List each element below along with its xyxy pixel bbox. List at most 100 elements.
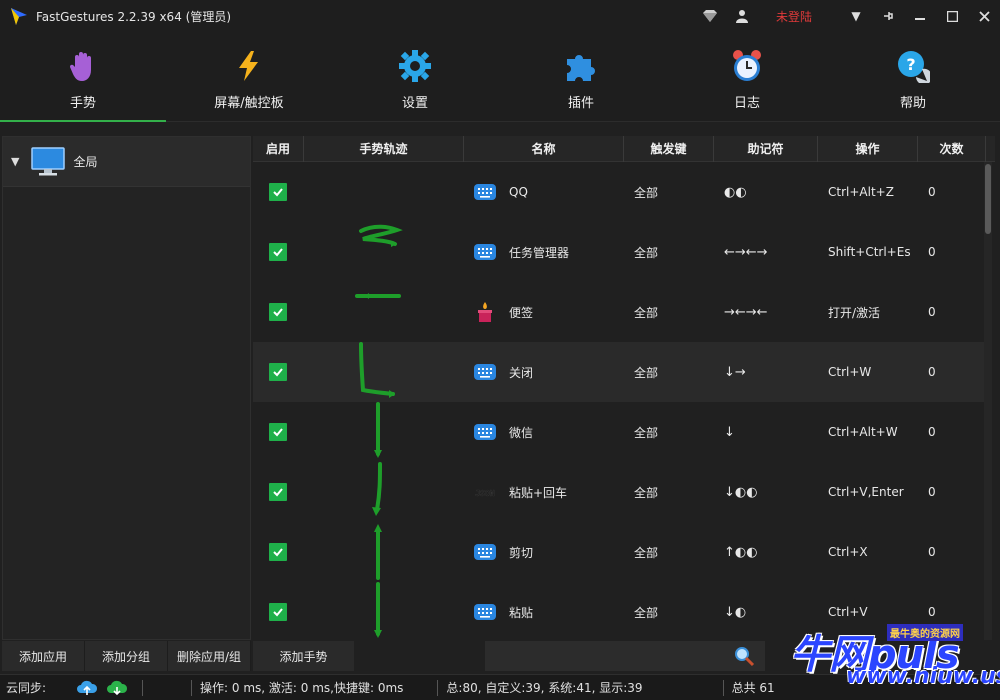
gesture-trace-icon — [374, 524, 382, 580]
col-name[interactable]: 名称 — [464, 136, 624, 162]
checkbox-checked-icon[interactable] — [269, 363, 287, 381]
close-button[interactable] — [968, 0, 1000, 32]
gesture-trace — [353, 522, 413, 582]
tab-help[interactable]: ? 帮助 — [830, 32, 996, 122]
gesture-trigger: 全部 — [634, 545, 659, 560]
delete-app-group-button[interactable]: 删除应用/组 — [168, 641, 251, 671]
login-status[interactable]: 未登陆 — [776, 8, 812, 25]
col-count[interactable]: 次数 — [918, 136, 986, 162]
cloud-download-icon[interactable] — [106, 679, 128, 697]
user-icon[interactable] — [726, 0, 758, 32]
table-row[interactable]: 剪切 全部 ↑◐◐ Ctrl+X 0 — [253, 522, 985, 582]
col-enabled[interactable]: 启用 — [253, 136, 304, 162]
gesture-action: Ctrl+Alt+Z — [828, 185, 894, 199]
scrollbar-thumb[interactable] — [985, 164, 991, 234]
tree-item-global[interactable]: ▼ 全局 — [3, 137, 250, 187]
gesture-trace-icon — [359, 342, 395, 398]
table-row[interactable]: 便签 全部 →←→← 打开/激活 0 — [253, 282, 985, 342]
enable-checkbox[interactable] — [269, 462, 299, 522]
table-row[interactable]: QQ 全部 ◐◐ Ctrl+Alt+Z 0 — [253, 162, 985, 222]
search-icon[interactable] — [733, 645, 755, 667]
checkbox-checked-icon[interactable] — [269, 303, 287, 321]
checkbox-checked-icon[interactable] — [269, 423, 287, 441]
tab-screen-touchpad[interactable]: 屏幕/触控板 — [166, 32, 332, 122]
gesture-trace-icon — [353, 162, 403, 222]
help-bubble-icon: ? — [898, 51, 930, 83]
gesture-name: 粘贴+回车 — [509, 485, 568, 500]
enable-checkbox[interactable] — [269, 582, 299, 640]
enable-checkbox[interactable] — [269, 522, 299, 582]
keyboard-icon — [473, 522, 497, 582]
status-timing: 操作: 0 ms, 激活: 0 ms,快捷键: 0ms — [200, 681, 404, 695]
watermark-logo: 牛网puls 最牛奥的资源网 www.niuw.us — [790, 622, 1000, 700]
table-row[interactable]: 微信 全部 ↓ Ctrl+Alt+W 0 — [253, 402, 985, 462]
dropdown-icon[interactable]: ▼ — [840, 0, 872, 32]
search-input[interactable] — [485, 641, 765, 671]
checkbox-checked-icon[interactable] — [269, 243, 287, 261]
cloud-upload-icon[interactable] — [76, 679, 98, 697]
gesture-action: Ctrl+V,Enter — [828, 485, 904, 499]
watermark-tag: 最牛奥的资源网 — [887, 624, 963, 641]
gesture-name: 剪切 — [509, 545, 534, 560]
gesture-table: 启用 手势轨迹 名称 触发键 助记符 操作 次数 QQ 全部 ◐◐ Ctrl+A… — [253, 136, 995, 640]
gesture-trigger: 全部 — [634, 485, 659, 500]
gesture-name: 任务管理器 — [509, 245, 570, 260]
keyboard-icon — [473, 162, 497, 222]
gesture-trace — [353, 342, 413, 402]
watermark-url: www.niuw.us — [846, 664, 1000, 689]
gesture-action: Ctrl+X — [828, 545, 868, 559]
status-totals: 总:80, 自定义:39, 系统:41, 显示:39 — [446, 681, 643, 695]
left-button-bar: 添加应用 添加分组 删除应用/组 — [2, 641, 251, 671]
col-action[interactable]: 操作 — [818, 136, 918, 162]
tab-plugins[interactable]: 插件 — [498, 32, 664, 122]
enable-checkbox[interactable] — [269, 162, 299, 222]
gesture-mnemonic: ↓→ — [724, 364, 746, 380]
gesture-trigger: 全部 — [634, 425, 659, 440]
table-row[interactable]: 关闭 全部 ↓→ Ctrl+W 0 — [253, 342, 985, 402]
enable-checkbox[interactable] — [269, 402, 299, 462]
enable-checkbox[interactable] — [269, 222, 299, 282]
enable-checkbox[interactable] — [269, 342, 299, 402]
maximize-button[interactable] — [936, 0, 968, 32]
hand-icon — [69, 52, 91, 81]
status-total-count: 总共 61 — [731, 681, 775, 695]
enable-checkbox[interactable] — [269, 282, 299, 342]
status-separator — [142, 679, 144, 696]
keyboard-icon — [473, 402, 497, 462]
gesture-name: 微信 — [509, 425, 534, 440]
tab-log[interactable]: 日志 — [664, 32, 830, 122]
tab-gestures[interactable]: 手势 — [0, 32, 166, 122]
col-mnemonic[interactable]: 助记符 — [714, 136, 818, 162]
gesture-trace-icon — [374, 582, 382, 638]
gesture-trace-icon — [355, 293, 401, 299]
gesture-mnemonic: ↑◐◐ — [724, 544, 758, 560]
col-trace[interactable]: 手势轨迹 — [304, 136, 464, 162]
tab-settings[interactable]: 设置 — [332, 32, 498, 122]
gesture-trace — [353, 282, 413, 342]
diamond-icon[interactable] — [694, 0, 726, 32]
checkbox-checked-icon[interactable] — [269, 603, 287, 621]
checkbox-checked-icon[interactable] — [269, 543, 287, 561]
gesture-trace — [353, 462, 413, 522]
monitor-icon — [31, 146, 66, 175]
table-scrollbar[interactable] — [984, 162, 992, 640]
expand-arrow-icon[interactable]: ▼ — [11, 155, 19, 168]
gesture-trace-icon — [374, 402, 382, 458]
gesture-trigger: 全部 — [634, 305, 659, 320]
col-trigger[interactable]: 触发键 — [624, 136, 714, 162]
add-gesture-button[interactable]: 添加手势 — [253, 641, 354, 671]
gesture-mnemonic: ↓ — [724, 424, 735, 440]
add-app-button[interactable]: 添加应用 — [2, 641, 85, 671]
minimize-button[interactable] — [904, 0, 936, 32]
add-group-button[interactable]: 添加分组 — [85, 641, 168, 671]
gesture-action: 打开/激活 — [828, 305, 881, 320]
candle-icon — [473, 282, 497, 342]
checkbox-checked-icon[interactable] — [269, 183, 287, 201]
table-row[interactable]: JSON 粘贴+回车 全部 ↓◐◐ Ctrl+V,Enter 0 — [253, 462, 985, 522]
pin-icon[interactable] — [872, 0, 904, 32]
checkbox-checked-icon[interactable] — [269, 483, 287, 501]
table-row[interactable]: 任务管理器 全部 ←→←→ Shift+Ctrl+Esc 0 — [253, 222, 985, 282]
gesture-trigger: 全部 — [634, 365, 659, 380]
gesture-mnemonic: ←→←→ — [724, 244, 768, 260]
gesture-trace-icon — [372, 462, 382, 516]
